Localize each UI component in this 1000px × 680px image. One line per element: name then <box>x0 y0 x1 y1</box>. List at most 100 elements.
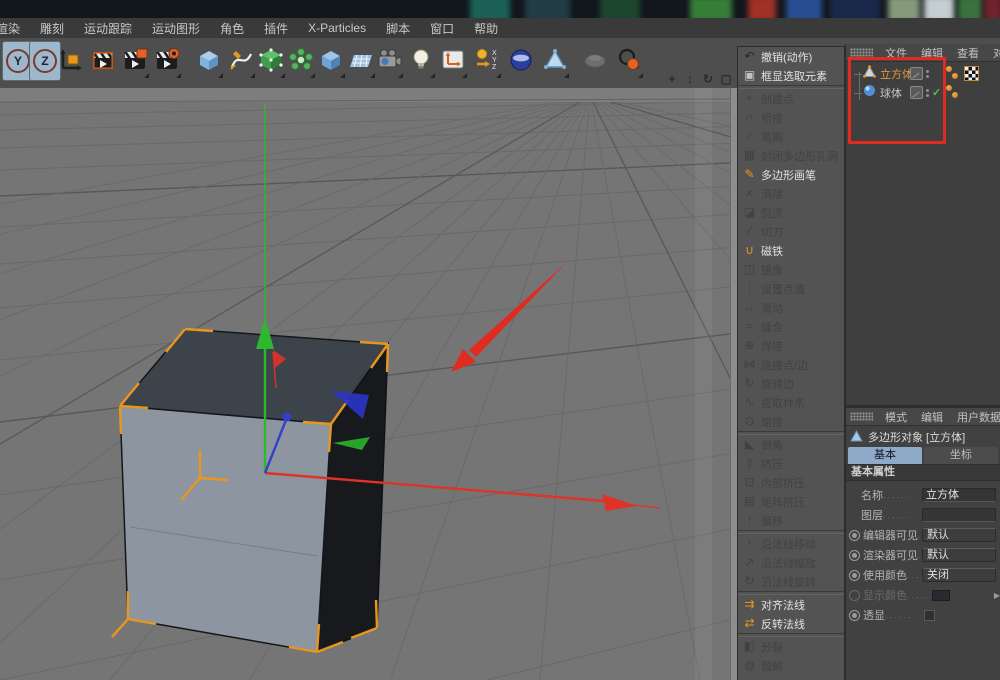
ctx-item-label: 创建点 <box>761 91 794 107</box>
toolbar-coordinate-axes-icon[interactable] <box>56 41 86 79</box>
menu-item-6[interactable]: X-Particles <box>298 21 376 35</box>
toolbar-primitive-cube-icon[interactable] <box>194 41 224 79</box>
toolbar-snap-move-xyz-icon[interactable]: XYZ <box>472 41 502 79</box>
ctx-item-3: ∩桥接 <box>738 108 844 127</box>
menu-item-5[interactable]: 插件 <box>254 20 298 37</box>
编辑器可见-dropdown[interactable]: 默认 <box>922 528 996 542</box>
透显-checkbox[interactable] <box>924 610 935 621</box>
ctx-item-8: ◪熨烫 <box>738 203 844 222</box>
ctx-item-6[interactable]: ✎多边形画笔 <box>738 165 844 184</box>
viewport-light-band <box>695 88 712 680</box>
ctx-item-28[interactable]: ⇉对齐法线 <box>738 595 844 614</box>
menu-item-9[interactable]: 帮助 <box>464 20 508 37</box>
toolbar-subdivision-surface-icon[interactable] <box>256 41 286 79</box>
toolbar-spline-pen-icon[interactable] <box>226 41 256 79</box>
desktop-thumbnail <box>786 0 822 18</box>
ctx-item-label: 提取样条 <box>761 395 805 411</box>
toolbar-floor-icon[interactable] <box>346 41 376 79</box>
keyframe-circle-icon[interactable] <box>849 610 860 621</box>
menu-item-8[interactable]: 窗口 <box>420 20 464 37</box>
matrix-extrude-icon: ▤ <box>742 494 757 509</box>
viewport-zoom-icon[interactable]: ↕ <box>683 72 697 86</box>
图层-input[interactable] <box>922 508 996 522</box>
rotate-normal-icon: ↻ <box>742 574 757 589</box>
ctx-item-0[interactable]: ↶撤销(动作) <box>738 47 844 66</box>
menu-item-1[interactable]: 雕刻 <box>30 20 74 37</box>
viewport-nav-controls: + ↕ ↻ ▢ <box>665 72 733 86</box>
使用颜色-dropdown[interactable]: 关闭 <box>922 568 996 582</box>
cube-object[interactable] <box>120 329 388 652</box>
toolbar-instance-cube-icon[interactable] <box>316 41 346 79</box>
am-tab-坐标[interactable]: 坐标 <box>924 447 998 464</box>
viewport-maximize-icon[interactable]: ▢ <box>719 72 733 86</box>
material-dot-icon[interactable] <box>946 85 952 91</box>
keyframe-circle-icon[interactable] <box>849 550 860 561</box>
toolbar-generator-cluster-icon[interactable] <box>286 41 316 79</box>
ctx-item-23: ▤矩阵挤压 <box>738 492 844 511</box>
attribute-fields: 名称......立方体图层......编辑器可见......默认渲染器可见...… <box>846 481 1000 625</box>
ctx-item-15: ⊕焊接 <box>738 336 844 355</box>
ctx-item-label: 桥接 <box>761 110 783 126</box>
ctx-item-label: 沿法线缩放 <box>761 555 816 571</box>
gizmo-z-handle[interactable] <box>283 413 292 422</box>
ctx-item-17: ↻旋转边 <box>738 374 844 393</box>
menu-item-7[interactable]: 脚本 <box>376 20 420 37</box>
toolbar-render-active-view-icon[interactable] <box>88 41 118 79</box>
keyframe-circle-icon[interactable] <box>849 590 860 601</box>
stitch-icon: ≈ <box>742 319 757 334</box>
ctx-item-label: 消除 <box>761 186 783 202</box>
ctx-item-1[interactable]: ▣框显选取元素 <box>738 66 844 85</box>
渲染器可见-dropdown[interactable]: 默认 <box>922 548 996 562</box>
panel-grip-icon[interactable] <box>850 48 873 57</box>
ctx-item-label: 旋转边 <box>761 376 794 392</box>
am-tab-基本[interactable]: 基本 <box>848 447 922 464</box>
am-menu-1[interactable]: 编辑 <box>914 409 950 425</box>
keyframe-circle-icon[interactable] <box>849 570 860 581</box>
am-menu-2[interactable]: 用户数据 <box>950 409 1000 425</box>
ctx-item-label: 磁铁 <box>761 243 783 259</box>
viewport-pan-icon[interactable]: + <box>665 72 679 86</box>
viewport-rotate-icon[interactable]: ↻ <box>701 72 715 86</box>
ctx-item-32[interactable]: ⊟坍塌 <box>738 675 844 680</box>
menu-item-4[interactable]: 角色 <box>210 20 254 37</box>
ctx-item-5: ▦封闭多边形孔洞 <box>738 146 844 165</box>
texture-tag-icon[interactable] <box>964 66 979 81</box>
material-dot-icon[interactable] <box>952 73 958 79</box>
material-dot-icon[interactable] <box>952 92 958 98</box>
ctx-item-label: 连接点/边 <box>761 357 808 373</box>
名称-input[interactable]: 立方体 <box>922 488 996 502</box>
toolbar-disabled-tool-icon[interactable] <box>580 41 610 79</box>
brush-icon: ∕ <box>742 129 757 144</box>
expand-arrow-icon[interactable]: ▶ <box>994 591 1000 600</box>
ctx-item-9: ∕切刀 <box>738 222 844 241</box>
om-menu-2[interactable]: 查看 <box>950 45 986 61</box>
menu-item-0[interactable]: 渲染 <box>0 20 30 37</box>
panel-grip-icon[interactable] <box>850 412 873 421</box>
ctx-item-26: ↗沿法线缩放 <box>738 553 844 572</box>
toolbar-magnifier-icon[interactable] <box>614 41 644 79</box>
am-field-使用颜色: 使用颜色......关闭 <box>846 565 1000 585</box>
color-swatch[interactable] <box>932 590 950 601</box>
keyframe-circle-icon[interactable] <box>849 530 860 541</box>
field-label: 名称 <box>861 487 883 503</box>
toolbar-render-settings-icon[interactable] <box>152 41 182 79</box>
ctx-item-29[interactable]: ⇄反转法线 <box>738 614 844 633</box>
toolbar-sky-icon[interactable] <box>506 41 536 79</box>
menu-item-2[interactable]: 运动跟踪 <box>74 20 142 37</box>
toolbar-workplane-icon[interactable] <box>438 41 468 79</box>
toolbar-particle-emitter-icon[interactable] <box>540 41 570 79</box>
am-menu-0[interactable]: 模式 <box>878 409 914 425</box>
ctx-item-label: 笔刷 <box>761 129 783 145</box>
ctx-item-20: ◣倒角 <box>738 435 844 454</box>
toolbar-camera-icon[interactable] <box>374 41 404 79</box>
3d-viewport[interactable] <box>0 88 737 680</box>
om-menu-3[interactable]: 对象 <box>986 45 1000 61</box>
toolbar-light-icon[interactable] <box>406 41 436 79</box>
ctx-item-10[interactable]: ∪磁铁 <box>738 241 844 260</box>
split-icon: ◧ <box>742 639 757 654</box>
ctx-item-label: 封闭多边形孔洞 <box>761 148 838 164</box>
menu-item-3[interactable]: 运动图形 <box>142 20 210 37</box>
weld-icon: ⊕ <box>742 338 757 353</box>
material-dot-icon[interactable] <box>946 66 952 72</box>
toolbar-render-picture-viewer-icon[interactable] <box>120 41 150 79</box>
